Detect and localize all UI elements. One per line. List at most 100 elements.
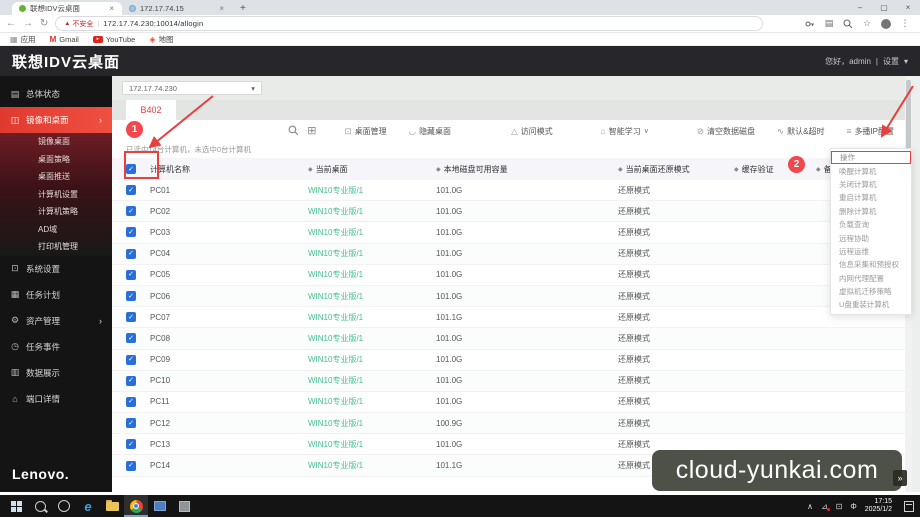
- start-button[interactable]: [4, 495, 28, 517]
- chevron-down-icon[interactable]: ∨: [644, 127, 649, 135]
- cell-desktop-link[interactable]: WIN10专业版/1: [308, 396, 363, 407]
- sidebar-item[interactable]: ⌂ 端口详情: [0, 386, 112, 412]
- table-row[interactable]: ✓ PC08 WIN10专业版/1 101.0G 还原模式: [112, 328, 908, 350]
- window-minimize-button[interactable]: –: [848, 0, 872, 14]
- table-row[interactable]: ✓ PC09 WIN10专业版/1 101.0G 还原模式: [112, 350, 908, 371]
- tab2-close-icon[interactable]: ×: [218, 4, 225, 13]
- sidebar-sub-item[interactable]: AD域: [0, 221, 112, 239]
- row-checkbox[interactable]: ✓: [126, 227, 136, 238]
- taskbar-app-gray-button[interactable]: [172, 495, 196, 517]
- col-disk-capacity[interactable]: 本地磁盘可用容量: [444, 164, 508, 175]
- sidebar-item[interactable]: ◷ 任务事件: [0, 334, 112, 360]
- reload-button[interactable]: ↻: [40, 18, 48, 29]
- sidebar-item[interactable]: ⚙ 资产管理 ›: [0, 308, 112, 334]
- more-actions-grid-icon[interactable]: ⊞: [307, 125, 316, 137]
- chrome-button[interactable]: [124, 495, 148, 517]
- bookmark-gmail[interactable]: M Gmail: [50, 35, 79, 44]
- cell-desktop-link[interactable]: WIN10专业版/1: [308, 375, 363, 386]
- row-checkbox[interactable]: ✓: [126, 354, 136, 365]
- cortana-button[interactable]: [52, 495, 76, 517]
- row-checkbox[interactable]: ✓: [126, 291, 136, 302]
- row-checkbox[interactable]: ✓: [126, 460, 136, 471]
- toolbar-button[interactable]: ⊘ 清空数据磁盘: [697, 126, 755, 137]
- sort-icon[interactable]: ◆: [308, 166, 313, 173]
- context-menu-item[interactable]: 远程协助: [831, 231, 911, 244]
- browser-menu-icon[interactable]: ⋮: [900, 18, 910, 29]
- cell-desktop-link[interactable]: WIN10专业版/1: [308, 185, 363, 196]
- tab-b402[interactable]: B402: [126, 100, 176, 120]
- table-row[interactable]: ✓ PC06 WIN10专业版/1 101.0G 还原模式: [112, 285, 908, 308]
- sort-icon[interactable]: ◆: [436, 166, 441, 173]
- sidebar-sub-item[interactable]: 桌面推送: [0, 168, 112, 186]
- toolbar-button[interactable]: ≡ 多播IP配置: [846, 126, 894, 137]
- table-row[interactable]: ✓ PC11 WIN10专业版/1 101.0G 还原模式: [112, 392, 908, 414]
- browser-tab-1[interactable]: 联想IDV云桌面 ×: [12, 2, 122, 15]
- table-row[interactable]: ✓ PC04 WIN10专业版/1 101.0G 还原模式: [112, 243, 908, 265]
- cell-desktop-link[interactable]: WIN10专业版/1: [308, 439, 363, 450]
- cell-desktop-link[interactable]: WIN10专业版/1: [308, 291, 363, 302]
- cell-desktop-link[interactable]: WIN10专业版/1: [308, 333, 363, 344]
- taskbar-app-blue-button[interactable]: [148, 495, 172, 517]
- taskbar-search-button[interactable]: [28, 495, 52, 517]
- cell-desktop-link[interactable]: WIN10专业版/1: [308, 312, 363, 323]
- cell-desktop-link[interactable]: WIN10专业版/1: [308, 248, 363, 259]
- table-row[interactable]: ✓ PC03 WIN10专业版/1 101.0G 还原模式: [112, 222, 908, 244]
- taskbar-clock[interactable]: 17:15 2025/1/2: [865, 498, 892, 514]
- table-search-icon[interactable]: [288, 125, 299, 138]
- avatar[interactable]: [881, 18, 891, 29]
- sidebar-sub-item[interactable]: 计算机策略: [0, 203, 112, 221]
- cell-desktop-link[interactable]: WIN10专业版/1: [308, 460, 363, 471]
- tray-volume-icon[interactable]: Φ: [850, 502, 856, 511]
- translate-icon[interactable]: ▤: [824, 18, 834, 29]
- row-checkbox[interactable]: ✓: [126, 248, 136, 259]
- row-checkbox[interactable]: ✓: [126, 418, 136, 429]
- sidebar-sub-item[interactable]: 桌面策略: [0, 151, 112, 169]
- settings-caret-icon[interactable]: ▾: [904, 57, 908, 66]
- file-explorer-button[interactable]: [100, 495, 124, 517]
- sidebar-sub-item[interactable]: 镜像桌面: [0, 133, 112, 151]
- sidebar-item[interactable]: ▥ 数据展示: [0, 360, 112, 386]
- sidebar-item[interactable]: ⊡ 系统设置: [0, 256, 112, 282]
- row-checkbox[interactable]: ✓: [126, 185, 136, 196]
- tray-chevron-icon[interactable]: ∧: [807, 502, 813, 511]
- watermark-expand-icon[interactable]: »: [893, 470, 907, 486]
- toolbar-button[interactable]: ⊡ 桌面管理: [345, 126, 387, 137]
- scrollbar-thumb[interactable]: [906, 80, 911, 150]
- table-row[interactable]: ✓ PC01 WIN10专业版/1 101.0G 还原模式: [112, 180, 908, 202]
- col-restore-mode[interactable]: 当前桌面还原模式: [626, 164, 690, 175]
- cell-desktop-link[interactable]: WIN10专业版/1: [308, 227, 363, 238]
- row-checkbox[interactable]: ✓: [126, 333, 136, 344]
- bookmark-maps[interactable]: ◈ 地图: [149, 34, 173, 45]
- context-menu-item[interactable]: 删除计算机: [831, 205, 911, 218]
- window-maximize-button[interactable]: ▢: [872, 0, 896, 14]
- edge-button[interactable]: e: [76, 495, 100, 517]
- toolbar-button[interactable]: ◡ 隐藏桌面: [409, 126, 451, 137]
- table-row[interactable]: ✓ PC10 WIN10专业版/1 101.0G 还原模式: [112, 370, 908, 392]
- context-menu-item[interactable]: 远程运维: [831, 245, 911, 258]
- sidebar-item[interactable]: ▦ 任务计划: [0, 282, 112, 308]
- cell-desktop-link[interactable]: WIN10专业版/1: [308, 418, 363, 429]
- cell-desktop-link[interactable]: WIN10专业版/1: [308, 269, 363, 280]
- tab1-close-icon[interactable]: ×: [108, 4, 115, 13]
- cell-desktop-link[interactable]: WIN10专业版/1: [308, 206, 363, 217]
- context-menu-item[interactable]: 重启计算机: [831, 191, 911, 204]
- bookmark-youtube[interactable]: ▸ YouTube: [92, 35, 135, 44]
- search-icon[interactable]: [843, 19, 853, 29]
- context-menu-item[interactable]: U盘重装计算机: [831, 298, 911, 311]
- sort-icon[interactable]: ◆: [816, 166, 821, 173]
- sidebar-sub-item[interactable]: 打印机管理: [0, 238, 112, 256]
- context-menu-item[interactable]: 负载查询: [831, 218, 911, 231]
- sidebar-item-overall-status[interactable]: ▤ 总体状态: [0, 81, 112, 107]
- forward-button[interactable]: →: [23, 18, 33, 29]
- new-tab-button[interactable]: +: [232, 3, 254, 15]
- bookmark-apps[interactable]: ▦ 应用: [10, 34, 36, 45]
- row-checkbox[interactable]: ✓: [126, 439, 136, 450]
- row-checkbox[interactable]: ✓: [126, 396, 136, 407]
- table-row[interactable]: ✓ PC12 WIN10专业版/1 100.9G 还原模式: [112, 413, 908, 435]
- context-menu-item[interactable]: 虚拟机迁移策略: [831, 285, 911, 298]
- context-menu-item[interactable]: 操作: [831, 151, 911, 165]
- table-row[interactable]: ✓ PC07 WIN10专业版/1 101.1G 还原模式: [112, 307, 908, 329]
- context-menu-item[interactable]: 关闭计算机: [831, 178, 911, 191]
- row-checkbox[interactable]: ✓: [126, 206, 136, 217]
- sort-icon[interactable]: ◆: [618, 166, 623, 173]
